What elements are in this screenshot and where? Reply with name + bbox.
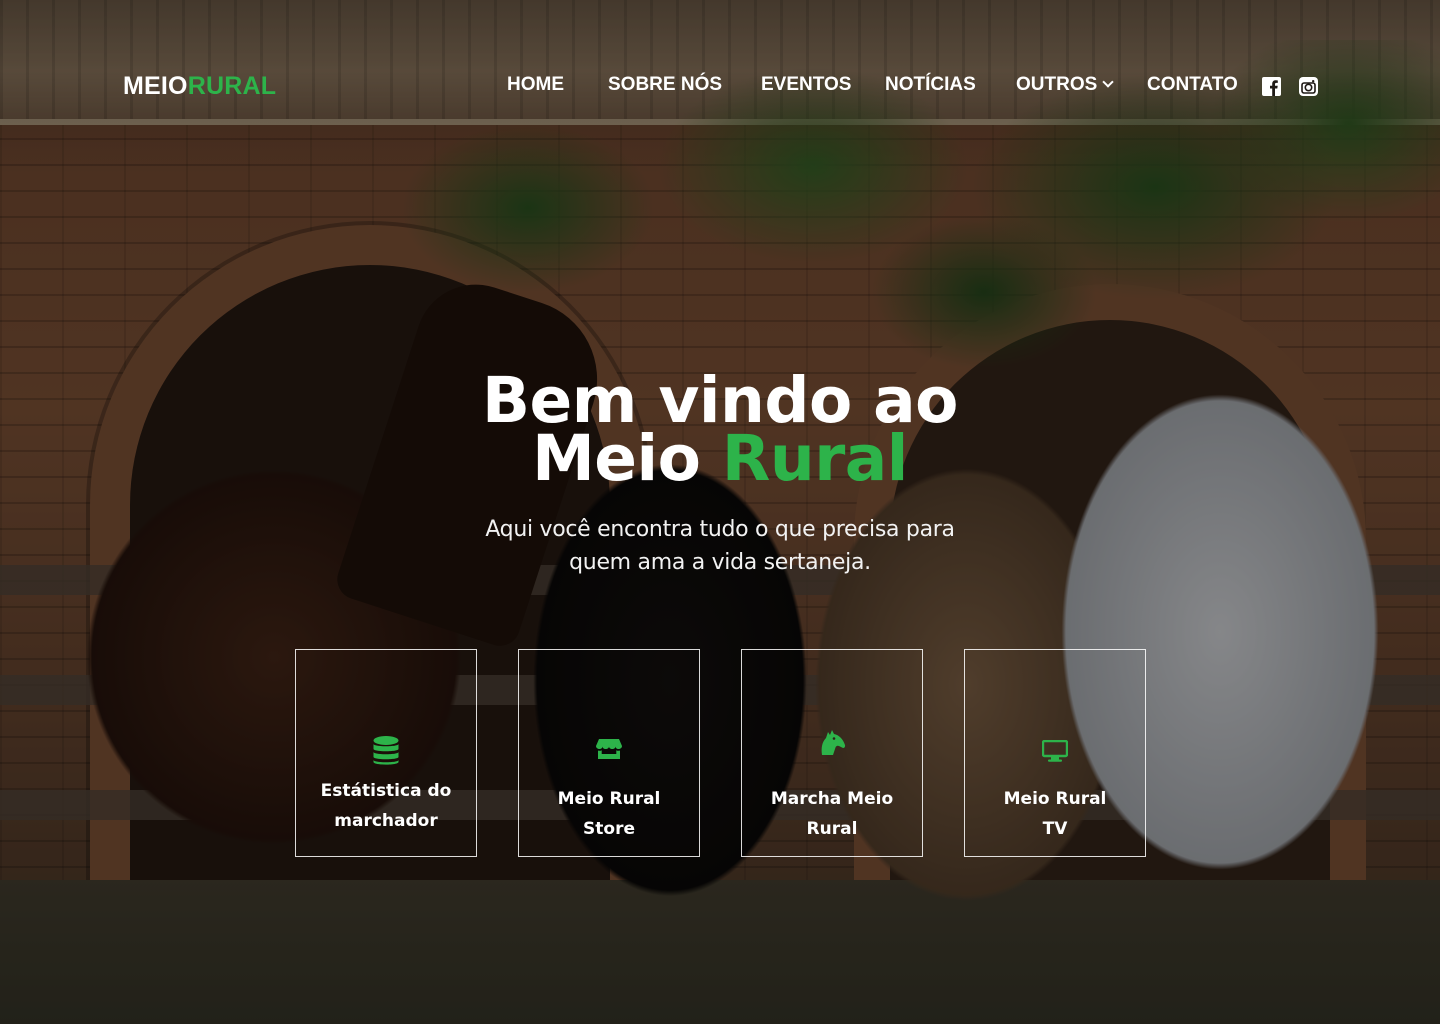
nav-noticias[interactable]: NOTÍCIAS: [885, 74, 976, 96]
store-icon: [596, 738, 622, 764]
card-store-line1: Meio Rural: [557, 789, 661, 809]
card-store-label: Meio Rural Store: [525, 784, 693, 844]
card-marcha-line1: Marcha Meio: [770, 789, 894, 809]
instagram-icon[interactable]: [1299, 77, 1318, 96]
nav-eventos[interactable]: EVENTOS: [761, 74, 851, 96]
hero-subtitle-line2: quem ama a vida sertaneja.: [569, 550, 871, 575]
hero-subtitle: Aqui você encontra tudo o que precisa pa…: [420, 513, 1020, 579]
card-tv[interactable]: Meio Rural TV: [964, 649, 1146, 857]
hero-title-accent: Rural: [721, 422, 909, 495]
nav-sobre-nos[interactable]: SOBRE NÓS: [608, 74, 722, 96]
card-marcha-line2: Rural: [806, 819, 858, 839]
facebook-icon[interactable]: [1262, 77, 1281, 96]
card-store[interactable]: Meio Rural Store: [518, 649, 700, 857]
nav-contato[interactable]: CONTATO: [1147, 74, 1238, 96]
card-store-line2: Store: [583, 819, 635, 839]
card-marcha[interactable]: Marcha Meio Rural: [741, 649, 923, 857]
nav-home[interactable]: HOME: [507, 74, 564, 96]
card-tv-line1: Meio Rural: [1003, 789, 1107, 809]
card-estatistica-line2: marchador: [334, 811, 438, 831]
database-icon: [373, 736, 399, 770]
site-logo[interactable]: MEIORURAL: [123, 72, 276, 101]
horse-head-icon: [818, 728, 846, 760]
chevron-down-icon: [1102, 76, 1114, 88]
card-estatistica[interactable]: Estátistica do marchador: [295, 649, 477, 857]
card-tv-line2: TV: [1042, 819, 1068, 839]
card-estatistica-label: Estátistica do marchador: [302, 776, 470, 836]
hero-title: Bem vindo ao Meio Rural: [320, 369, 1120, 490]
monitor-icon: [1041, 739, 1069, 766]
top-navbar: MEIORURAL HOME SOBRE NÓS EVENTOS NOTÍCIA…: [0, 0, 1440, 175]
hero-subtitle-line1: Aqui você encontra tudo o que precisa pa…: [485, 517, 955, 542]
card-marcha-label: Marcha Meio Rural: [748, 784, 916, 844]
logo-text-meio: MEIO: [123, 72, 188, 100]
logo-text-rural: RURAL: [187, 72, 277, 100]
card-estatistica-line1: Estátistica do: [320, 781, 452, 801]
nav-outros[interactable]: OUTROS: [1016, 74, 1114, 96]
card-tv-label: Meio Rural TV: [971, 784, 1139, 844]
hero-title-line2a: Meio: [532, 422, 722, 495]
nav-outros-label: OUTROS: [1016, 74, 1098, 95]
